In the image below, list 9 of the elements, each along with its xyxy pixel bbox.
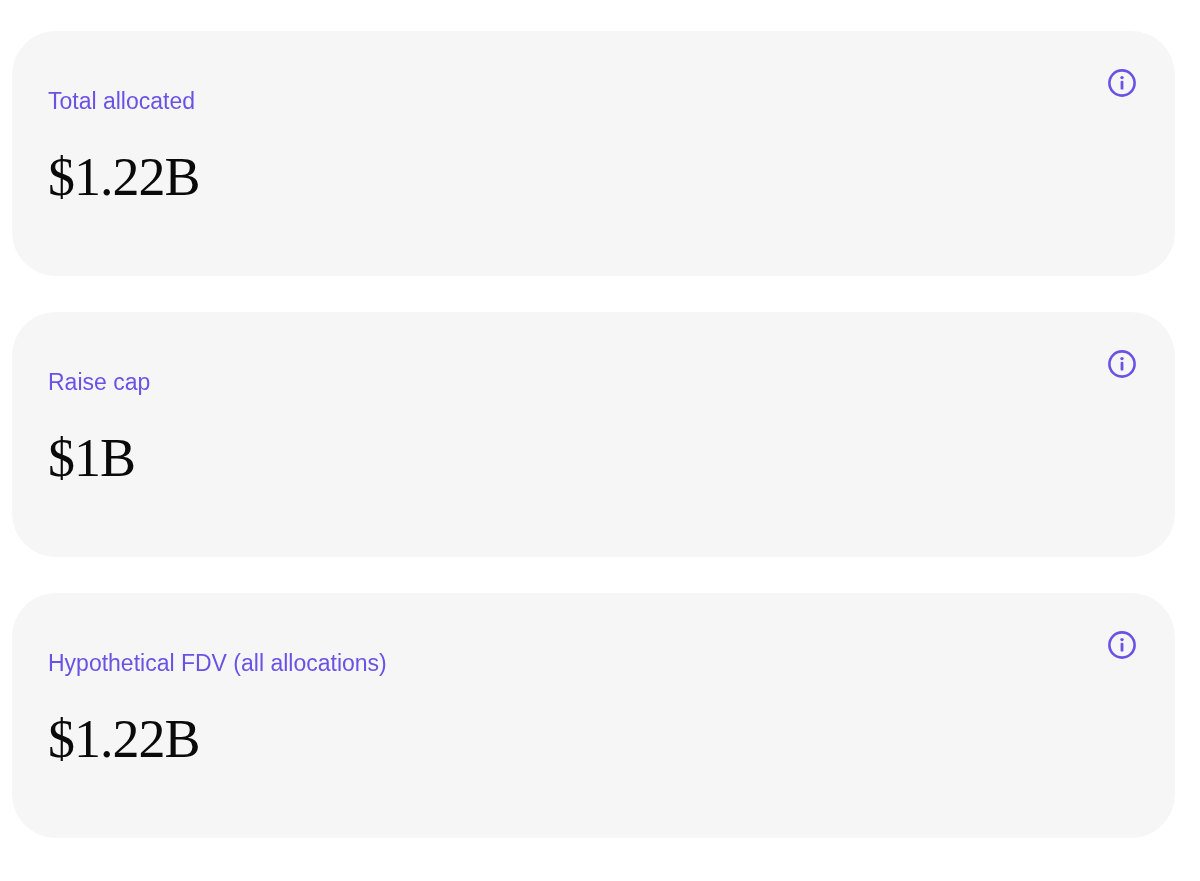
stat-value: $1.22B [48,712,200,766]
info-icon[interactable] [1108,350,1136,378]
info-icon[interactable] [1108,69,1136,97]
stat-value: $1.22B [48,150,200,204]
stat-label: Raise cap [48,368,151,396]
stat-value: $1B [48,431,136,485]
stat-label: Hypothetical FDV (all allocations) [48,649,387,677]
stat-label: Total allocated [48,87,196,115]
info-icon[interactable] [1108,631,1136,659]
